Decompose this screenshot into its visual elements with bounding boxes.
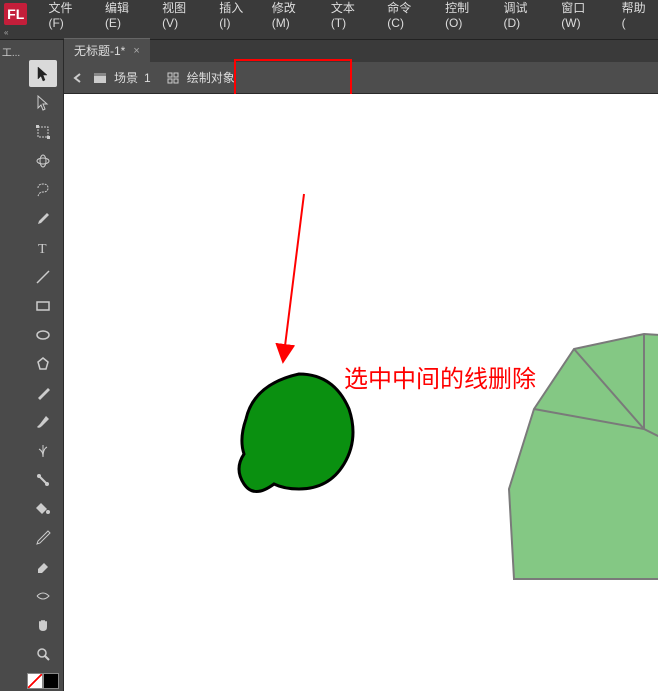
document-tab[interactable]: 无标题-1* × bbox=[64, 38, 150, 62]
stroke-swatch[interactable] bbox=[27, 673, 43, 689]
app-logo: FL bbox=[4, 3, 27, 25]
menu-edit[interactable]: 编辑(E) bbox=[96, 0, 153, 30]
close-tab-icon[interactable]: × bbox=[133, 45, 139, 57]
menu-modify[interactable]: 修改(M) bbox=[263, 0, 322, 30]
tools-panel: T bbox=[22, 40, 64, 691]
collapse-marker[interactable]: « bbox=[4, 28, 8, 37]
green-polygon-shape[interactable] bbox=[504, 329, 658, 599]
menu-insert[interactable]: 插入(I) bbox=[210, 0, 263, 30]
subselection-tool[interactable] bbox=[29, 89, 57, 116]
free-transform-tool[interactable] bbox=[29, 118, 57, 145]
svg-text:T: T bbox=[38, 242, 47, 256]
eraser-tool[interactable] bbox=[29, 553, 57, 580]
menu-window[interactable]: 窗口(W) bbox=[552, 0, 612, 30]
scene-label[interactable]: 场景 bbox=[114, 69, 138, 86]
selection-tool[interactable] bbox=[29, 60, 57, 87]
pen-tool[interactable] bbox=[29, 205, 57, 232]
scene-number: 1 bbox=[144, 71, 151, 85]
draw-object-label[interactable]: 绘制对象 bbox=[187, 69, 235, 86]
3d-rotation-tool[interactable] bbox=[29, 147, 57, 174]
back-arrow-icon[interactable] bbox=[70, 70, 86, 86]
width-tool[interactable] bbox=[29, 582, 57, 609]
rectangle-tool[interactable] bbox=[29, 292, 57, 319]
line-tool[interactable] bbox=[29, 263, 57, 290]
document-tab-title: 无标题-1* bbox=[74, 42, 125, 59]
color-swatches[interactable] bbox=[27, 673, 59, 689]
hand-tool[interactable] bbox=[29, 611, 57, 638]
green-blob-shape[interactable] bbox=[234, 369, 364, 509]
menu-text[interactable]: 文本(T) bbox=[322, 0, 378, 30]
fill-swatch[interactable] bbox=[43, 673, 59, 689]
bone-tool[interactable] bbox=[29, 466, 57, 493]
annotation-highlight-box bbox=[234, 59, 352, 97]
menu-control[interactable]: 控制(O) bbox=[436, 0, 494, 30]
menu-commands[interactable]: 命令(C) bbox=[378, 0, 436, 30]
menu-help[interactable]: 帮助( bbox=[613, 0, 658, 30]
paint-bucket-tool[interactable] bbox=[29, 495, 57, 522]
deco-tool[interactable] bbox=[29, 437, 57, 464]
menu-debug[interactable]: 调试(D) bbox=[494, 0, 552, 30]
text-tool[interactable]: T bbox=[29, 234, 57, 261]
scene-clapboard-icon bbox=[92, 70, 108, 86]
menu-file[interactable]: 文件(F) bbox=[39, 0, 95, 30]
symbol-grid-icon bbox=[165, 70, 181, 86]
lasso-tool[interactable] bbox=[29, 176, 57, 203]
sidebar-title: 工... bbox=[0, 42, 22, 61]
eyedropper-tool[interactable] bbox=[29, 524, 57, 551]
polystar-tool[interactable] bbox=[29, 350, 57, 377]
oval-tool[interactable] bbox=[29, 321, 57, 348]
menu-view[interactable]: 视图(V) bbox=[153, 0, 210, 30]
stage-canvas[interactable]: 选中中间的线删除 bbox=[64, 94, 658, 691]
brush-tool[interactable] bbox=[29, 408, 57, 435]
zoom-tool[interactable] bbox=[29, 640, 57, 667]
annotation-arrow bbox=[274, 189, 324, 369]
pencil-tool[interactable] bbox=[29, 379, 57, 406]
